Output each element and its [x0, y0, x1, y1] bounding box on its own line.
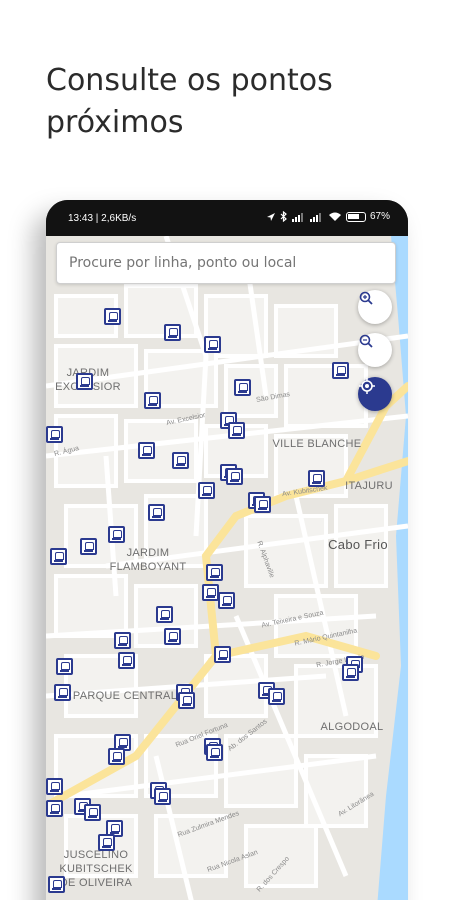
bus-stop-icon[interactable] — [228, 422, 245, 439]
bus-stop-icon[interactable] — [46, 778, 63, 795]
zoom-out-icon — [359, 334, 373, 348]
map-label-algodoal: ALGODOAL — [320, 721, 384, 733]
bus-stop-icon[interactable] — [148, 504, 165, 521]
map-label-ville-blanche: VILLE BLANCHE — [272, 438, 362, 450]
my-location-icon — [359, 378, 375, 394]
bus-stop-icon[interactable] — [108, 526, 125, 543]
bus-stop-icon[interactable] — [204, 336, 221, 353]
bus-stop-icon[interactable] — [214, 646, 231, 663]
bus-stop-icon[interactable] — [206, 744, 223, 761]
bus-stop-icon[interactable] — [206, 564, 223, 581]
bus-stop-icon[interactable] — [138, 442, 155, 459]
status-icons: 67% — [266, 211, 390, 222]
bus-stop-icon[interactable] — [164, 628, 181, 645]
map-label-cabo-frio: Cabo Frio — [328, 537, 388, 552]
page-headline: Consulte os pontos próximos — [46, 60, 406, 144]
battery-percent: 67% — [369, 211, 390, 222]
map-label-juscelino: JUSCELINO KUBITSCHEK DE OLIVEIRA — [59, 849, 133, 889]
bus-stop-icon[interactable] — [234, 379, 251, 396]
bus-stop-icon[interactable] — [154, 788, 171, 805]
zoom-in-button[interactable] — [358, 290, 392, 324]
bus-stop-icon[interactable] — [46, 800, 63, 817]
bus-stop-icon[interactable] — [98, 834, 115, 851]
bus-stop-icon[interactable] — [108, 748, 125, 765]
phone-mockup: 13:43 | 2,6KB/s 67% Procure por linha, p… — [46, 200, 408, 900]
status-time: 13:43 | 2,6KB/s — [68, 213, 137, 224]
bus-stop-icon[interactable] — [254, 496, 271, 513]
map-label-itajuru: ITAJURU — [345, 480, 393, 492]
bus-stop-icon[interactable] — [50, 548, 67, 565]
bus-stop-icon[interactable] — [118, 652, 135, 669]
bus-stop-icon[interactable] — [226, 468, 243, 485]
bus-stop-icon[interactable] — [84, 804, 101, 821]
bus-stop-icon[interactable] — [268, 688, 285, 705]
bus-stop-icon[interactable] — [48, 876, 65, 893]
bus-stop-icon[interactable] — [332, 362, 349, 379]
status-bar: 13:43 | 2,6KB/s 67% — [46, 200, 408, 236]
bus-stop-icon[interactable] — [202, 584, 219, 601]
bus-stop-icon[interactable] — [76, 373, 93, 390]
map-label-jardim-flamboyant: JARDIM FLAMBOYANT — [109, 547, 187, 573]
headline-line-1: Consulte os pontos — [46, 63, 333, 98]
bus-stop-icon[interactable] — [56, 658, 73, 675]
zoom-out-button[interactable] — [358, 333, 392, 367]
bus-stop-icon[interactable] — [80, 538, 97, 555]
wifi-icon — [328, 212, 341, 221]
bus-stop-icon[interactable] — [218, 592, 235, 609]
map-label-parque-central: PARQUE CENTRAL — [72, 690, 178, 702]
bus-stop-icon[interactable] — [46, 426, 63, 443]
bus-stop-icon[interactable] — [342, 664, 359, 681]
bus-stop-icon[interactable] — [156, 606, 173, 623]
battery-icon — [345, 211, 366, 222]
bus-stop-icon[interactable] — [198, 482, 215, 499]
bus-stop-icon[interactable] — [308, 470, 325, 487]
location-icon — [266, 212, 275, 221]
bus-stop-icon[interactable] — [172, 452, 189, 469]
signal-icon — [291, 212, 303, 222]
bus-stop-icon[interactable] — [54, 684, 71, 701]
bus-stop-icon[interactable] — [104, 308, 121, 325]
bus-stop-icon[interactable] — [144, 392, 161, 409]
my-location-button[interactable] — [358, 377, 392, 411]
bus-stop-icon[interactable] — [114, 632, 131, 649]
signal-icon-2 — [309, 212, 321, 222]
bus-stop-icon[interactable] — [178, 692, 195, 709]
search-bar[interactable] — [56, 242, 396, 284]
headline-line-2: próximos — [46, 105, 184, 140]
zoom-in-icon — [359, 291, 373, 305]
search-input[interactable] — [69, 255, 383, 271]
bus-stop-icon[interactable] — [164, 324, 181, 341]
bluetooth-icon — [280, 211, 287, 222]
map-view[interactable]: JARDIM EXCELSIOR VILLE BLANCHE ITAJURU C… — [46, 236, 408, 900]
